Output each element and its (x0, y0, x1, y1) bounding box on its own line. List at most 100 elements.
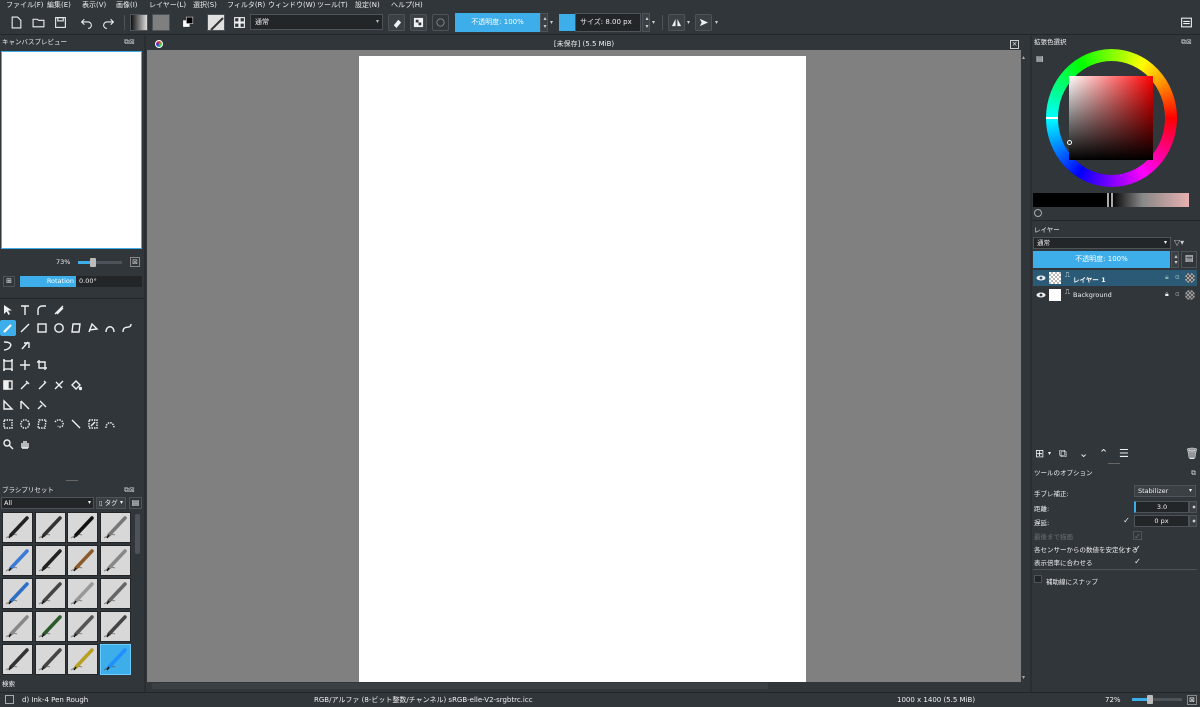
tool-options-float-icon[interactable]: ⧉ (1191, 467, 1196, 479)
menu-image[interactable]: 画像(I) (116, 0, 138, 10)
snap-assistant-checkbox[interactable] (1034, 575, 1042, 583)
brush-preset-item[interactable] (34, 611, 66, 642)
menu-help[interactable]: ヘルプ(H) (391, 0, 423, 10)
canvas-horizontal-scrollbar[interactable] (147, 682, 1021, 691)
smoothing-mode-select[interactable]: Stabilizer ▾ (1134, 485, 1196, 497)
menu-edit[interactable]: 編集(E) (47, 0, 71, 10)
distance-spin[interactable] (1189, 501, 1198, 513)
canvas-viewport[interactable] (147, 50, 1021, 682)
rotation-slider-label[interactable]: Rotation (20, 276, 76, 287)
opacity-slider[interactable]: 不透明度: 100% (455, 13, 540, 32)
finish-line-checkbox[interactable]: ✓ (1133, 531, 1142, 541)
brush-preset-item[interactable] (67, 611, 98, 642)
layer-blend-mode-select[interactable]: 通常 ▾ (1033, 237, 1171, 249)
brush-preset-item[interactable] (34, 545, 66, 576)
opacity-spin[interactable] (540, 13, 549, 32)
menu-settings[interactable]: 設定(N) (355, 0, 380, 10)
redo-icon[interactable] (100, 14, 117, 31)
rectangle-select-icon[interactable] (0, 416, 16, 432)
brush-preset-item[interactable] (2, 611, 33, 642)
size-spin[interactable] (642, 13, 651, 32)
brush-grid-scrollbar[interactable] (133, 512, 142, 675)
fill-tool-icon[interactable] (68, 377, 84, 393)
line-tool-icon[interactable] (17, 320, 33, 336)
brush-preset-item[interactable] (67, 578, 98, 609)
rotation-reset-icon[interactable]: ⊞ (3, 276, 15, 287)
color-history-clear-icon[interactable] (1034, 209, 1042, 217)
hue-ring[interactable] (1046, 49, 1177, 187)
text-tool-icon[interactable] (17, 302, 33, 318)
brush-preset-thumbnail[interactable] (207, 14, 225, 31)
rectangle-tool-icon[interactable] (34, 320, 50, 336)
delete-layer-icon[interactable]: 🗑︎ (1185, 446, 1199, 462)
swap-colors-icon[interactable] (180, 14, 197, 31)
layer-alpha-icon[interactable]: α (1175, 290, 1180, 298)
select-shapes-icon[interactable] (0, 302, 16, 318)
brush-preset-item[interactable] (99, 512, 131, 543)
move-tool-icon[interactable] (17, 357, 33, 373)
brush-preset-item[interactable] (99, 545, 131, 576)
pan-tool-icon[interactable] (17, 436, 33, 452)
saturation-value-square[interactable] (1069, 76, 1153, 160)
visibility-eye-icon[interactable] (1036, 273, 1046, 283)
layer-opacity-spin[interactable] (1171, 251, 1180, 268)
brush-tag-filter-select[interactable]: All ▾ (1, 497, 94, 509)
close-document-icon[interactable]: × (1010, 40, 1019, 49)
distance-input[interactable]: 3.0 (1134, 501, 1189, 513)
docker-menu-icon[interactable] (1178, 14, 1195, 31)
perspective-grid-icon[interactable] (17, 397, 33, 413)
gradient-tool-icon[interactable] (0, 377, 16, 393)
rotation-value[interactable]: 0.00° (76, 276, 142, 287)
preview-zoom-slider[interactable] (78, 258, 122, 267)
delay-spin[interactable] (1189, 515, 1198, 527)
menu-tools[interactable]: ツール(T) (317, 0, 348, 10)
brush-preset-item[interactable] (34, 644, 66, 675)
menu-layer[interactable]: レイヤー(L) (149, 0, 186, 10)
dynamic-brush-icon[interactable] (0, 337, 16, 353)
color-picker-icon[interactable] (17, 377, 33, 393)
ellipse-select-icon[interactable] (17, 416, 33, 432)
brush-preset-item[interactable] (2, 512, 33, 543)
menu-file[interactable]: ファイル(F) (6, 0, 44, 10)
layer-lock-icon[interactable]: 🔒︎ (1165, 290, 1169, 299)
open-document-icon[interactable] (30, 14, 47, 31)
multibrush-icon[interactable] (17, 337, 33, 353)
layer-row[interactable]: ⎍ レイヤー 1 🔒︎ α (1033, 270, 1197, 286)
delay-input[interactable]: 0 px (1134, 515, 1189, 527)
preview-fit-icon[interactable]: ⊠ (130, 257, 140, 267)
add-layer-menu-icon[interactable]: ▾ (1048, 446, 1051, 462)
visibility-eye-icon[interactable] (1036, 290, 1046, 300)
color-selector-settings-icon[interactable]: ▤ (1036, 54, 1046, 64)
preserve-alpha-button[interactable] (410, 14, 427, 31)
scale-with-zoom-checkbox[interactable]: ✓ (1133, 557, 1142, 566)
layer-properties-icon[interactable]: ▤ (1181, 251, 1197, 268)
calligraphy-icon[interactable] (51, 302, 67, 318)
menu-filter[interactable]: フィルタ(R) (227, 0, 265, 10)
delay-checkbox[interactable]: ✓ (1122, 516, 1131, 525)
move-layer-down-icon[interactable]: ⌄ (1079, 446, 1088, 462)
layer-alpha-icon[interactable]: α (1175, 273, 1180, 281)
color-cursor[interactable] (1067, 140, 1072, 145)
mirror-horizontal-button[interactable] (668, 14, 685, 31)
polygon-select-icon[interactable] (34, 416, 50, 432)
assistant-tool-icon[interactable] (51, 377, 67, 393)
polyline-tool-icon[interactable] (85, 320, 101, 336)
layer-name[interactable]: レイヤー 1 (1073, 274, 1106, 284)
brush-preset-item[interactable] (2, 578, 33, 609)
reference-pin-icon[interactable] (34, 397, 50, 413)
similar-select-icon[interactable] (85, 416, 101, 432)
bezier-select-icon[interactable] (102, 416, 118, 432)
brush-preset-item[interactable] (67, 512, 98, 543)
menu-window[interactable]: ウィンドウ(W) (268, 0, 315, 10)
edit-shapes-icon[interactable] (34, 302, 50, 318)
crop-tool-icon[interactable] (34, 357, 50, 373)
undo-icon[interactable] (78, 14, 95, 31)
brush-presets-float-close-icon[interactable]: ⧉⊠ (124, 484, 135, 496)
status-zoom-slider[interactable] (1132, 695, 1182, 704)
brush-preset-item[interactable] (67, 545, 98, 576)
add-layer-icon[interactable]: ⊞ (1035, 446, 1044, 462)
layer-inherit-alpha-icon[interactable] (1185, 273, 1195, 283)
move-layer-up-icon[interactable]: ⌃ (1099, 446, 1108, 462)
brush-preset-item[interactable] (2, 545, 33, 576)
brush-preset-item[interactable] (34, 512, 66, 543)
